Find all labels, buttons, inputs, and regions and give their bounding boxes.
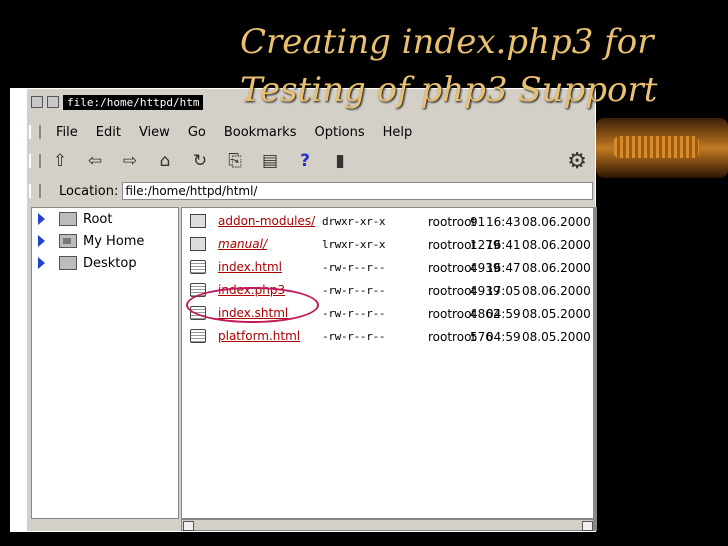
stop-icon[interactable]: ▮ <box>327 148 353 174</box>
file-row-index-html[interactable]: index.html -rw-r--r-- rootroot 4939 16:4… <box>182 258 592 278</box>
file-owner: rootroot <box>428 330 477 344</box>
toolbar: ⇧ ⇦ ⇨ ⌂ ↻ ⎘ ▤ ? ▮ ⚙ <box>29 145 593 177</box>
window-title-field: file:/home/httpd/htm <box>63 94 204 110</box>
file-time: 16:47 <box>486 261 521 275</box>
paste-icon[interactable]: ▤ <box>257 148 283 174</box>
file-time: 17:05 <box>486 284 521 298</box>
file-date: 08.06.2000 <box>522 261 591 275</box>
file-time: 04:59 <box>486 307 521 321</box>
expand-arrow-icon[interactable] <box>38 213 45 225</box>
locationbar-handle[interactable] <box>29 184 41 198</box>
menu-file[interactable]: File <box>47 125 87 140</box>
menu-bar: File Edit View Go Bookmarks Options Help <box>29 123 589 141</box>
tree-item-desktop[interactable]: Desktop <box>32 252 178 274</box>
file-owner: rootroot <box>428 238 477 252</box>
file-date: 08.06.2000 <box>522 238 591 252</box>
slide-title-line-1: Creating index.php3 for <box>240 22 654 62</box>
file-name[interactable]: platform.html <box>218 329 300 343</box>
menu-go[interactable]: Go <box>179 125 215 140</box>
file-permissions: -rw-r--r-- <box>322 261 386 274</box>
file-name[interactable]: addon-modules/ <box>218 214 315 228</box>
document-icon <box>190 329 206 343</box>
tree-item-root[interactable]: Root <box>32 208 178 230</box>
file-row-platform-html[interactable]: platform.html -rw-r--r-- rootroot 576 04… <box>182 327 592 347</box>
file-size: 91 <box>470 215 486 229</box>
file-date: 08.06.2000 <box>522 215 591 229</box>
menu-edit[interactable]: Edit <box>87 125 130 140</box>
location-label: Location: <box>59 183 119 199</box>
wood-decoration <box>596 118 728 178</box>
reload-icon[interactable]: ↻ <box>187 148 213 174</box>
file-row-manual[interactable]: manual/ lrwxr-xr-x rootroot 1279 16:41 0… <box>182 235 592 255</box>
menu-help[interactable]: Help <box>374 125 422 140</box>
file-permissions: -rw-r--r-- <box>322 330 386 343</box>
forward-icon[interactable]: ⇨ <box>117 148 143 174</box>
folder-icon <box>59 212 77 226</box>
horizontal-scrollbar[interactable] <box>181 519 595 531</box>
slide-title: Creating index.php3 for Testing of php3 … <box>240 18 720 114</box>
menubar-handle[interactable] <box>29 125 41 139</box>
document-icon <box>190 260 206 274</box>
file-name[interactable]: index.html <box>218 260 282 274</box>
desktop-icon <box>59 256 77 270</box>
folder-icon <box>190 214 206 228</box>
window-left-edge <box>10 88 26 532</box>
tree-item-label: My Home <box>83 233 145 249</box>
wood-bar <box>614 136 699 158</box>
file-list: addon-modules/ drwxr-xr-x rootroot 91 16… <box>181 207 595 519</box>
location-input[interactable]: file:/home/httpd/html/ <box>122 182 593 200</box>
file-owner: rootroot <box>428 284 477 298</box>
home-folder-icon <box>59 234 77 248</box>
vertical-scrollbar[interactable] <box>593 207 597 531</box>
file-permissions: drwxr-xr-x <box>322 215 386 228</box>
settings-icon[interactable]: ⚙ <box>567 149 587 174</box>
slide-title-line-2: Testing of php3 Support <box>240 70 658 110</box>
expand-arrow-icon[interactable] <box>38 257 45 269</box>
up-icon[interactable]: ⇧ <box>47 148 73 174</box>
file-time: 16:43 <box>486 215 521 229</box>
folder-link-icon <box>190 237 206 251</box>
location-bar: Location: file:/home/httpd/html/ <box>29 181 593 201</box>
copy-icon[interactable]: ⎘ <box>222 148 248 174</box>
directory-tree: Root My Home Desktop <box>31 207 179 519</box>
file-date: 08.05.2000 <box>522 330 591 344</box>
back-icon[interactable]: ⇦ <box>82 148 108 174</box>
menu-view[interactable]: View <box>130 125 179 140</box>
expand-arrow-icon[interactable] <box>38 235 45 247</box>
file-permissions: lrwxr-xr-x <box>322 238 386 251</box>
scroll-right-arrow-icon[interactable] <box>582 521 593 531</box>
file-date: 08.06.2000 <box>522 284 591 298</box>
file-owner: rootroot <box>428 261 477 275</box>
help-icon[interactable]: ? <box>292 148 318 174</box>
file-date: 08.05.2000 <box>522 307 591 321</box>
highlight-ring <box>186 287 319 323</box>
toolbar-handle[interactable] <box>29 154 41 168</box>
tree-item-label: Root <box>83 211 113 227</box>
file-time: 04:59 <box>486 330 521 344</box>
menu-bookmarks[interactable]: Bookmarks <box>215 125 306 140</box>
file-permissions: -rw-r--r-- <box>322 307 386 320</box>
file-owner: rootroot <box>428 307 477 321</box>
file-permissions: -rw-r--r-- <box>322 284 386 297</box>
file-owner: rootroot <box>428 215 477 229</box>
file-name[interactable]: manual/ <box>218 237 267 251</box>
tree-item-my-home[interactable]: My Home <box>32 230 178 252</box>
home-icon[interactable]: ⌂ <box>152 148 178 174</box>
file-row-addon-modules[interactable]: addon-modules/ drwxr-xr-x rootroot 91 16… <box>182 212 592 232</box>
menu-options[interactable]: Options <box>305 125 373 140</box>
file-time: 16:41 <box>486 238 521 252</box>
scroll-left-arrow-icon[interactable] <box>183 521 194 531</box>
window-menu-icon[interactable] <box>31 96 43 108</box>
pin-icon[interactable] <box>47 96 59 108</box>
tree-item-label: Desktop <box>83 255 137 271</box>
